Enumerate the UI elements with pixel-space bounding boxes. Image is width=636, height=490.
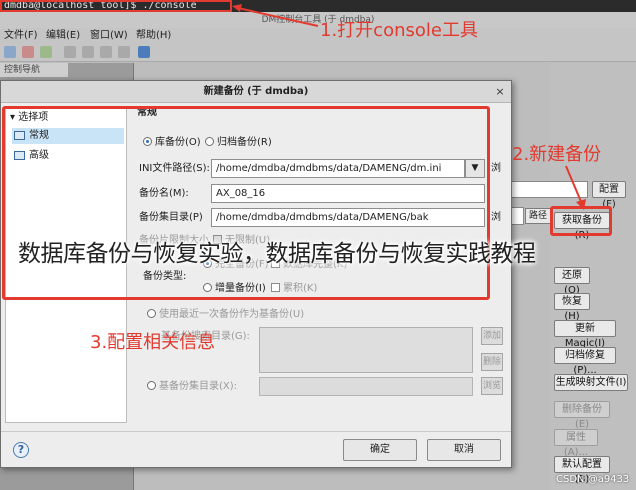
properties-button[interactable]: 属性(A)... (554, 429, 598, 458)
toolbar-icon-7[interactable] (118, 46, 130, 58)
toolbar-icon-5[interactable] (82, 46, 94, 58)
config-button[interactable]: 配置(F) (592, 181, 626, 210)
radio-icon (147, 381, 156, 390)
annotation-step1: 1.打开console工具 (320, 20, 478, 41)
remove-button[interactable]: 删除 (481, 353, 503, 371)
base-search-dir-list[interactable] (259, 327, 473, 373)
delete-backup-button[interactable]: 删除备份(E) (554, 401, 610, 430)
archive-repair-button[interactable]: 归档修复(P)... (554, 347, 616, 376)
ok-button[interactable]: 确定 (343, 439, 417, 461)
recover-button[interactable]: 恢复(H) (554, 293, 590, 322)
window-title: DM控制台工具 (于 dmdba) (0, 12, 636, 28)
home-icon[interactable] (138, 46, 150, 58)
generate-map-button[interactable]: 生成映射文件(I) (554, 374, 628, 391)
path-button[interactable]: 路径 (525, 208, 551, 224)
update-magic-button[interactable]: 更新Magic(I) (554, 320, 616, 349)
base-dir-field[interactable] (259, 377, 473, 396)
annotation-box-form (2, 106, 490, 300)
default-config-button[interactable]: 默认配置(B) (554, 456, 610, 485)
menu-edit[interactable]: 编辑(E) (46, 28, 80, 44)
close-icon[interactable]: × (493, 85, 507, 99)
ini-browse-button[interactable]: 浏 (491, 161, 501, 177)
annotation-step2: 2.新建备份 (512, 144, 602, 165)
dialog-footer: ? 确定 取消 (1, 431, 511, 467)
toolbar-icon-2[interactable] (22, 46, 34, 58)
base-dir-browse-button[interactable]: 浏览 (481, 377, 503, 395)
restore-button[interactable]: 还原(O) (554, 267, 590, 296)
menu-bar: 文件(F) 编辑(E) 窗口(W) 帮助(H) (0, 28, 636, 44)
toolbar-icon-6[interactable] (100, 46, 112, 58)
help-icon[interactable]: ? (13, 442, 29, 458)
background-field[interactable] (510, 181, 588, 198)
use-last-backup-option[interactable]: 使用最近一次备份作为基备份(U) (147, 307, 304, 323)
annotation-step3: 3.配置相关信息 (90, 332, 216, 353)
annotation-box-get-backup (550, 206, 612, 236)
annotation-box-terminal (0, 0, 232, 12)
toolbar-icon-3[interactable] (40, 46, 52, 58)
nav-tab[interactable]: 控制导航 (0, 63, 68, 77)
dialog-title: 新建备份 (于 dmdba) (1, 81, 511, 103)
add-button[interactable]: 添加 (481, 327, 503, 345)
menu-window[interactable]: 窗口(W) (90, 28, 128, 44)
toolbar-icon-1[interactable] (4, 46, 16, 58)
dir-browse-button[interactable]: 浏 (491, 210, 501, 226)
menu-file[interactable]: 文件(F) (4, 28, 38, 44)
menu-help[interactable]: 帮助(H) (136, 28, 171, 44)
base-dir-option[interactable]: 基备份集目录(X): (147, 379, 237, 395)
background-field-2[interactable] (510, 207, 524, 225)
watermark: CSDN @a9433 (556, 474, 630, 485)
toolbar-icon-4[interactable] (64, 46, 76, 58)
overlay-caption: 数据库备份与恢复实验，数据库备份与恢复实践教程 (18, 241, 536, 267)
radio-icon (147, 309, 156, 318)
toolbar (0, 44, 636, 62)
cancel-button[interactable]: 取消 (427, 439, 501, 461)
